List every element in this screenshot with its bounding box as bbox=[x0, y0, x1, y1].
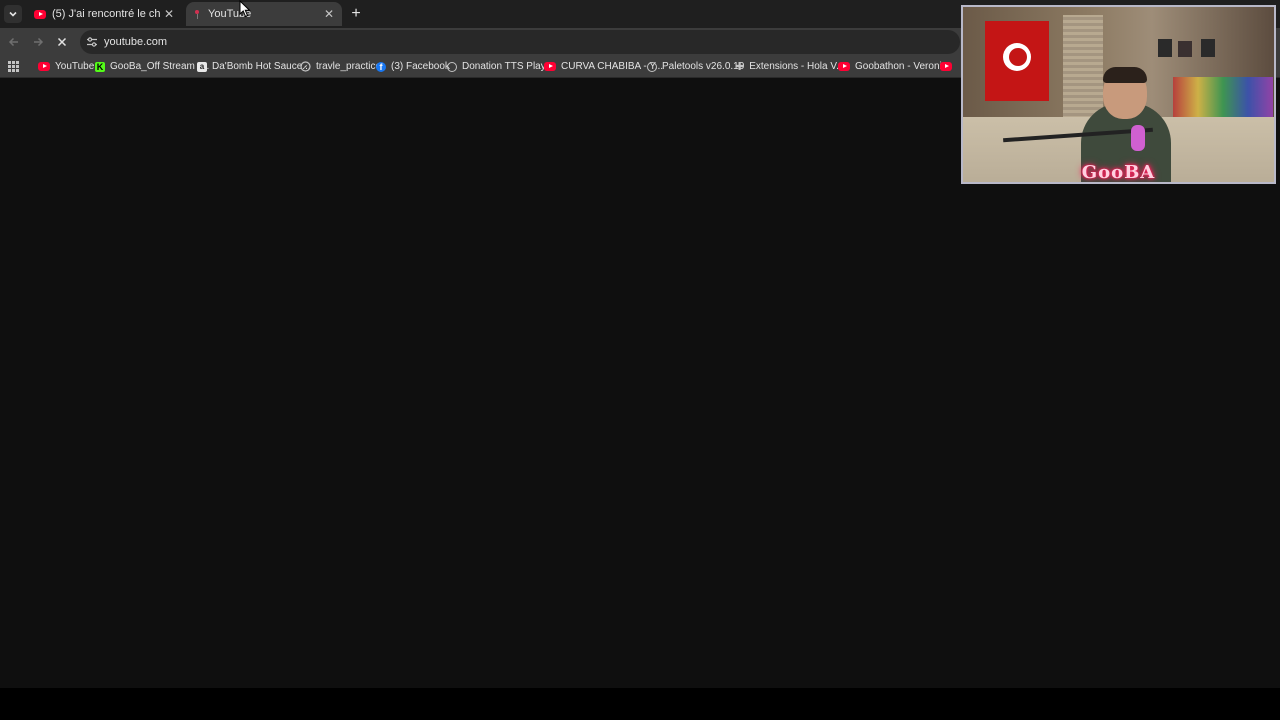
bookmark-label: GooBa_Off Stream -... bbox=[110, 61, 210, 72]
forward-arrow-icon bbox=[34, 37, 44, 47]
stop-loading-button[interactable] bbox=[52, 32, 72, 52]
new-tab-button[interactable]: + bbox=[346, 4, 366, 24]
back-button[interactable] bbox=[4, 32, 24, 52]
streamer-hair bbox=[1103, 67, 1147, 83]
microphone bbox=[1131, 125, 1145, 151]
bookmark-overflow[interactable] bbox=[940, 56, 957, 77]
bottom-bar bbox=[0, 688, 1280, 720]
window-blind bbox=[1063, 15, 1103, 125]
youtube-icon bbox=[838, 62, 850, 71]
bookmark-label: Donation TTS Player bbox=[462, 61, 555, 72]
wall-frame bbox=[1158, 39, 1172, 57]
amazon-icon: a bbox=[197, 61, 207, 72]
bookmark-dabomb[interactable]: a Da'Bomb Hot Sauce... bbox=[197, 56, 311, 77]
youtube-icon bbox=[940, 62, 952, 71]
compass-icon bbox=[300, 61, 311, 72]
bookmark-label: Goobathon - Veroni... bbox=[855, 61, 951, 72]
puzzle-icon: ✚ bbox=[735, 61, 745, 73]
forward-button[interactable] bbox=[28, 32, 48, 52]
globe-icon bbox=[447, 61, 457, 72]
chevron-down-icon bbox=[9, 11, 17, 17]
bookmark-label: Paletools v26.0.10 bbox=[662, 61, 745, 72]
flag bbox=[985, 21, 1049, 101]
site-info-icon[interactable] bbox=[86, 36, 98, 48]
bookmark-label: YouTube bbox=[55, 61, 95, 72]
youtube-icon bbox=[34, 9, 46, 19]
back-arrow-icon bbox=[8, 37, 18, 47]
apps-grid-icon[interactable] bbox=[8, 61, 19, 72]
webcam-overlay: GooBA bbox=[961, 5, 1276, 184]
youtube-icon bbox=[38, 62, 50, 71]
bookmark-label: Da'Bomb Hot Sauce... bbox=[212, 61, 311, 72]
bookmark-gooba-off-stream[interactable]: K GooBa_Off Stream -... bbox=[95, 56, 209, 77]
address-bar[interactable] bbox=[80, 30, 960, 54]
tab-youtube[interactable]: YouTube ✕ bbox=[186, 2, 342, 26]
wall-frame bbox=[1201, 39, 1215, 57]
tab-video[interactable]: (5) J'ai rencontré le chef de gan ✕ bbox=[26, 2, 182, 26]
streamer-logo: GooBA bbox=[1081, 162, 1156, 183]
wall-frame bbox=[1178, 41, 1192, 57]
loading-icon bbox=[194, 9, 202, 19]
shelf-lights bbox=[1173, 77, 1273, 117]
bookmark-youtube[interactable]: YouTube bbox=[38, 56, 94, 77]
bookmark-goobathon[interactable]: Goobathon - Veroni... bbox=[838, 56, 950, 77]
mouse-cursor-icon bbox=[239, 0, 251, 18]
youtube-icon bbox=[544, 62, 556, 71]
tab-search-button[interactable] bbox=[4, 5, 22, 23]
bookmark-donation-tts[interactable]: Donation TTS Player bbox=[447, 56, 555, 77]
close-tab-icon[interactable]: ✕ bbox=[164, 7, 174, 21]
close-tab-icon[interactable]: ✕ bbox=[324, 7, 334, 21]
bookmark-travle-practice[interactable]: travle_practice bbox=[300, 56, 381, 77]
kick-icon: K bbox=[95, 61, 105, 72]
bookmark-facebook[interactable]: f (3) Facebook bbox=[376, 56, 450, 77]
facebook-icon: f bbox=[376, 61, 386, 72]
bookmark-label: (3) Facebook bbox=[391, 61, 450, 72]
bookmark-paletools[interactable]: Paletools v26.0.10 bbox=[647, 56, 744, 77]
tab-title: (5) J'ai rencontré le chef de gan bbox=[52, 8, 160, 20]
bookmark-label: travle_practice bbox=[316, 61, 382, 72]
tab-title: YouTube bbox=[208, 8, 252, 20]
close-icon bbox=[57, 37, 67, 47]
globe-icon bbox=[647, 61, 657, 72]
bookmark-extensions[interactable]: ✚ Extensions - Hola V... bbox=[735, 56, 844, 77]
url-input[interactable] bbox=[104, 36, 704, 48]
bookmark-label: Extensions - Hola V... bbox=[749, 61, 845, 72]
bookmark-curva-chabiba[interactable]: CURVA CHABIBA - Y... bbox=[544, 56, 663, 77]
